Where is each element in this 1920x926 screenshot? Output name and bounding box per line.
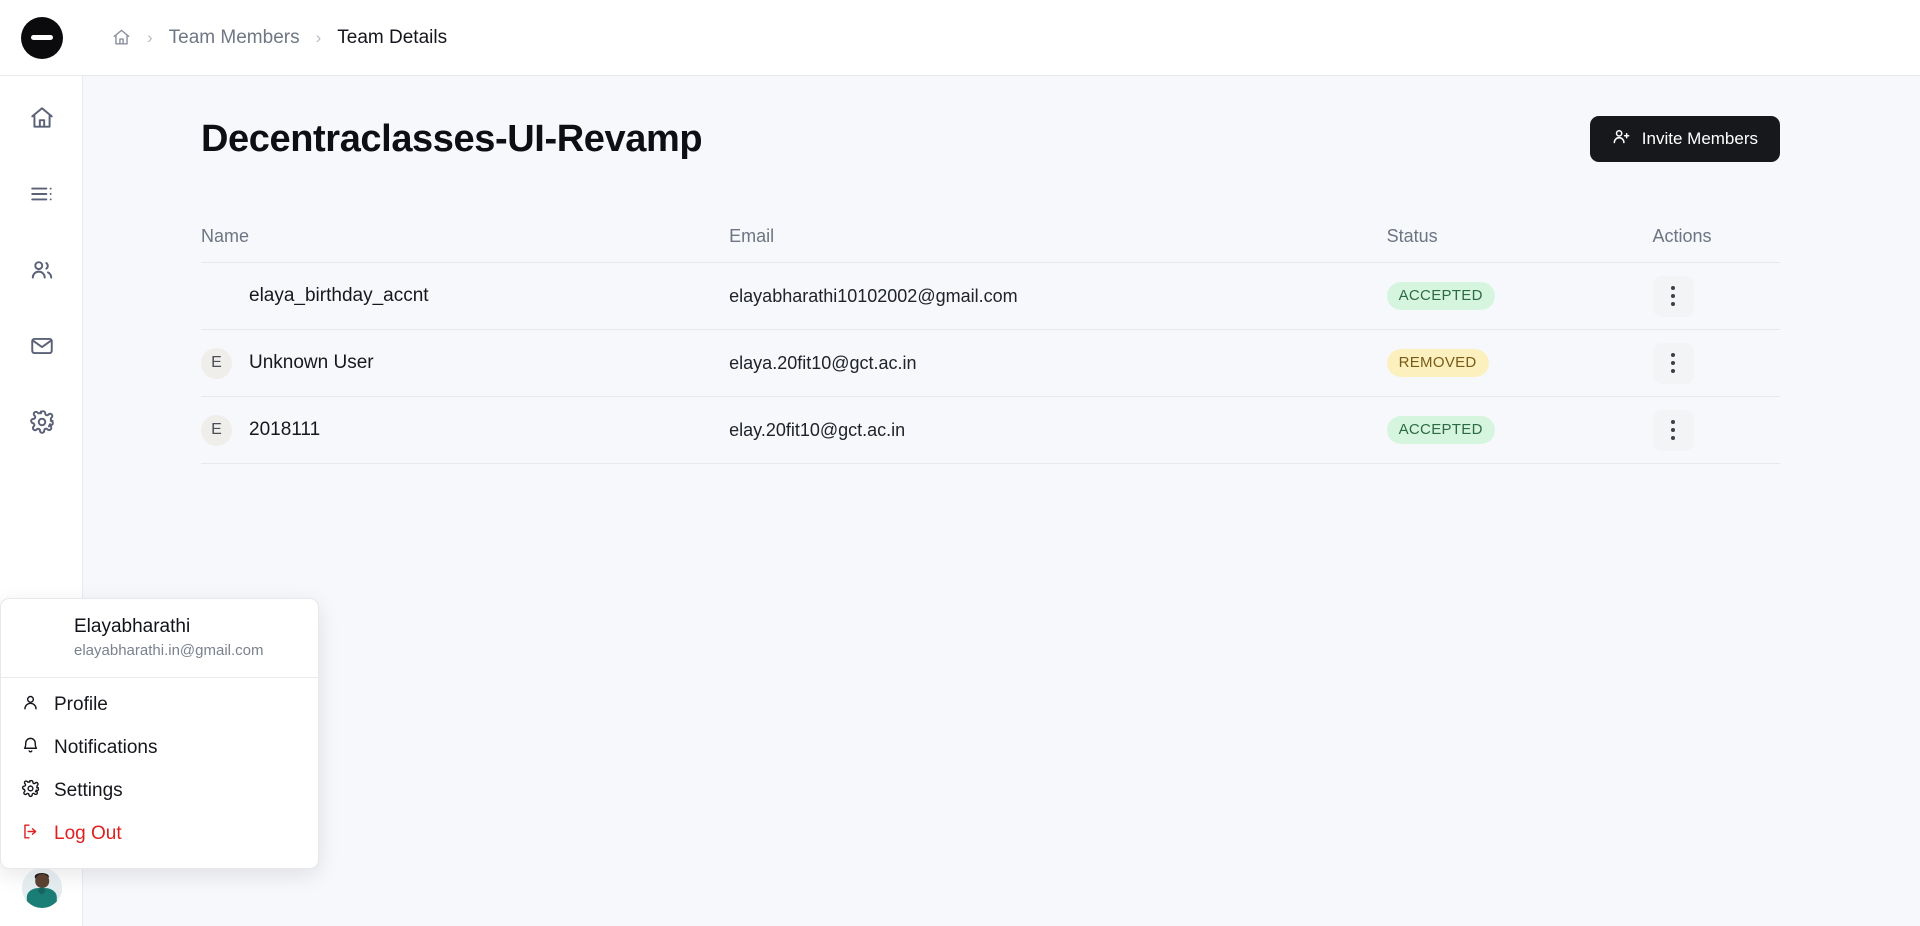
sidebar-user-avatar[interactable] [22, 868, 62, 908]
cell-email: elayabharathi10102002@gmail.com [729, 285, 1018, 306]
status-badge: ACCEPTED [1386, 282, 1495, 310]
menu-item-profile[interactable]: Profile [1, 684, 318, 727]
cell-email: elaya.20fit10@gct.ac.in [729, 352, 917, 373]
cell-name: E Unknown User [201, 347, 729, 379]
menu-item-label: Notifications [54, 737, 158, 759]
breadcrumb-current: Team Details [337, 26, 448, 48]
breadcrumb-separator-1: › [147, 28, 153, 47]
kebab-dot [1671, 353, 1676, 357]
cell-status: REMOVED [1386, 349, 1653, 377]
users-icon [29, 257, 55, 283]
breadcrumb-home-icon[interactable] [112, 28, 131, 47]
menu-item-label: Log Out [54, 823, 122, 845]
column-header-actions: Actions [1652, 225, 1712, 246]
bell-icon [21, 736, 40, 761]
app-root: › Team Members › Team Details Decentracl… [0, 0, 1920, 926]
cell-email: elay.20fit10@gct.ac.in [729, 419, 906, 440]
top-bar: › Team Members › Team Details [83, 0, 1920, 76]
column-header-status: Status [1386, 225, 1438, 246]
sidebar-item-settings[interactable] [20, 400, 64, 444]
user-avatar-photo [22, 868, 62, 908]
menu-item-notifications[interactable]: Notifications [1, 727, 318, 770]
table-row[interactable]: E 2018111 elay.20fit10@gct.ac.in ACCEPTE… [201, 397, 1780, 463]
table-header-row: Name Email Status Actions [201, 210, 1780, 262]
app-logo[interactable] [0, 0, 83, 76]
row-actions-button[interactable] [1652, 342, 1694, 384]
main-content: Decentraclasses-UI-Revamp Invite Members… [83, 76, 1920, 926]
invite-members-label: Invite Members [1641, 129, 1758, 148]
member-avatar-image [201, 281, 232, 312]
sidebar-nav [0, 96, 83, 444]
breadcrumb-separator-2: › [315, 28, 322, 47]
invite-members-button[interactable]: Invite Members [1589, 116, 1780, 162]
member-name: 2018111 [249, 419, 321, 440]
member-avatar-initial: E [201, 347, 232, 379]
profile-user-email: elayabharathi.in@gmail.com [74, 641, 264, 659]
table-row[interactable]: E Unknown User elaya.20fit10@gct.ac.in R… [201, 330, 1780, 396]
profile-menu-items: Profile Notifications Settings Log Out [1, 678, 318, 868]
cell-status: ACCEPTED [1386, 282, 1653, 310]
status-badge: ACCEPTED [1386, 416, 1495, 444]
sidebar-item-members[interactable] [20, 248, 64, 292]
status-badge: REMOVED [1386, 349, 1489, 377]
row-actions-button[interactable] [1652, 409, 1694, 451]
sidebar-item-list[interactable] [20, 172, 64, 216]
cell-status: ACCEPTED [1386, 416, 1653, 444]
sidebar-item-mail[interactable] [20, 324, 64, 368]
kebab-dot [1671, 420, 1676, 424]
menu-item-logout[interactable]: Log Out [1, 813, 318, 856]
kebab-dot [1671, 302, 1676, 306]
profile-identity: Elayabharathi elayabharathi.in@gmail.com [74, 615, 264, 661]
table-row[interactable]: elaya_birthday_accnt elayabharathi101020… [201, 263, 1780, 329]
person-icon [21, 693, 40, 718]
breadcrumb-parent-link[interactable]: Team Members [169, 27, 300, 49]
table-row-divider [201, 463, 1780, 464]
member-name: elaya_birthday_accnt [249, 285, 429, 306]
column-header-name: Name [201, 225, 250, 246]
kebab-dot [1671, 294, 1676, 298]
profile-user-name: Elayabharathi [74, 616, 191, 637]
menu-item-label: Settings [54, 780, 123, 802]
members-table: Name Email Status Actions elaya_birthday… [201, 210, 1780, 464]
list-icon [29, 181, 55, 207]
member-name: Unknown User [249, 352, 374, 373]
page-title: Decentraclasses-UI-Revamp [201, 117, 703, 160]
gear-icon [29, 409, 55, 435]
profile-dropdown-menu: Elayabharathi elayabharathi.in@gmail.com… [0, 598, 319, 869]
menu-item-label: Profile [54, 694, 108, 716]
home-icon [29, 105, 55, 131]
column-header-email: Email [729, 225, 775, 246]
cell-actions [1652, 409, 1780, 451]
profile-dropdown-header: Elayabharathi elayabharathi.in@gmail.com [1, 599, 318, 678]
logout-icon [21, 822, 40, 847]
row-actions-button[interactable] [1652, 275, 1694, 317]
cell-name: elaya_birthday_accnt [201, 281, 729, 312]
breadcrumb: › Team Members › Team Details [112, 27, 447, 49]
kebab-dot [1671, 369, 1676, 373]
kebab-dot [1671, 428, 1676, 432]
logo-bar [30, 35, 53, 40]
sidebar-item-home[interactable] [20, 96, 64, 140]
kebab-dot [1671, 286, 1676, 290]
cell-actions [1652, 275, 1780, 317]
kebab-dot [1671, 361, 1676, 365]
cell-actions [1652, 342, 1780, 384]
menu-item-settings[interactable]: Settings [1, 770, 318, 813]
page-header: Decentraclasses-UI-Revamp Invite Members [116, 116, 1866, 162]
gear-icon [21, 779, 40, 804]
cell-name: E 2018111 [201, 414, 729, 446]
mail-icon [29, 333, 55, 359]
member-avatar-initial: E [201, 414, 232, 446]
user-plus-icon [1612, 127, 1631, 151]
circle-minus-logo-icon [20, 16, 63, 59]
kebab-dot [1671, 436, 1676, 440]
profile-avatar [19, 618, 59, 658]
